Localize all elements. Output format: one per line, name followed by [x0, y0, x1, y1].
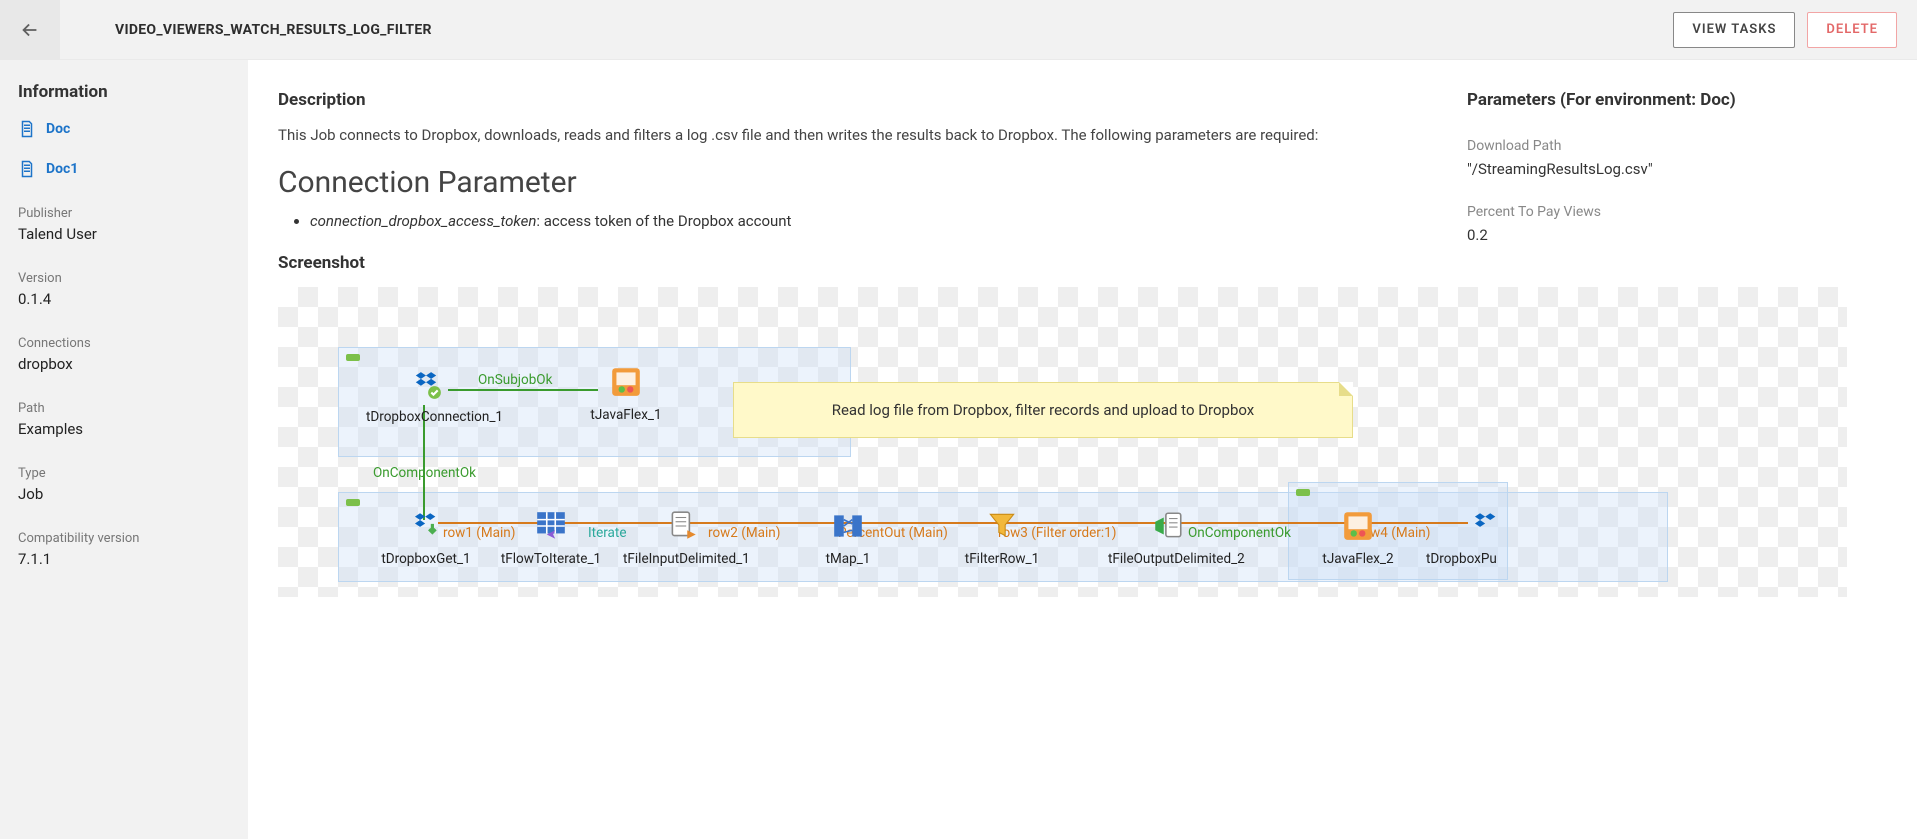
node-dropbox-put[interactable]: tDropboxPu — [1426, 509, 1546, 567]
document-icon — [18, 160, 36, 178]
description-scroll[interactable]: This Job connects to Dropbox, downloads,… — [278, 124, 1427, 233]
dropbox-download-icon — [409, 509, 443, 543]
info-value: Job — [18, 485, 230, 503]
node-label: tFilterRow_1 — [942, 551, 1062, 567]
tmap-icon — [831, 509, 865, 543]
dropbox-upload-icon — [1469, 509, 1503, 543]
subjob-collapse-icon — [346, 499, 360, 506]
connector-label: OnSubjobOk — [478, 372, 552, 388]
sticky-note-text: Read log file from Dropbox, filter recor… — [832, 401, 1255, 419]
view-tasks-button[interactable]: VIEW TASKS — [1673, 12, 1795, 48]
funnel-icon — [985, 509, 1019, 543]
node-filter-row[interactable]: tFilterRow_1 — [942, 509, 1062, 567]
node-tmap[interactable]: tMap_1 — [788, 509, 908, 567]
info-value: 7.1.1 — [18, 550, 230, 568]
dropbox-icon — [409, 367, 443, 401]
info-block-compat: Compatibility version 7.1.1 — [18, 531, 230, 568]
info-label: Publisher — [18, 206, 230, 221]
info-label: Version — [18, 271, 230, 286]
sticky-note: Read log file from Dropbox, filter recor… — [733, 382, 1353, 438]
screenshot-heading: Screenshot — [278, 253, 1427, 273]
main-area: Description This Job connects to Dropbox… — [248, 60, 1917, 839]
top-bar: VIDEO_VIEWERS_WATCH_RESULTS_LOG_FILTER V… — [0, 0, 1917, 60]
sidebar-item-doc1[interactable]: Doc1 — [18, 160, 230, 178]
info-label: Compatibility version — [18, 531, 230, 546]
node-javaflex-1[interactable]: tJavaFlex_1 — [566, 365, 686, 423]
node-javaflex-2[interactable]: tJavaFlex_2 — [1298, 509, 1418, 567]
subjob-collapse-icon — [1296, 489, 1310, 496]
node-label: tDropboxConnection_1 — [366, 409, 486, 425]
info-value: Talend User — [18, 225, 230, 243]
sidebar-item-doc[interactable]: Doc — [18, 120, 230, 138]
info-value: 0.1.4 — [18, 290, 230, 308]
javaflex-icon — [1341, 509, 1375, 543]
page-title: VIDEO_VIEWERS_WATCH_RESULTS_LOG_FILTER — [115, 22, 432, 38]
info-value: dropbox — [18, 355, 230, 373]
info-block-type: Type Job — [18, 466, 230, 503]
arrow-left-icon — [19, 19, 41, 41]
param-label: Download Path — [1467, 138, 1887, 154]
file-out-icon — [1151, 509, 1185, 543]
back-button[interactable] — [0, 0, 60, 60]
param-key: connection_dropbox_access_token — [310, 212, 536, 230]
node-file-input-delimited[interactable]: tFileInputDelimited_1 — [623, 509, 743, 567]
info-label: Path — [18, 401, 230, 416]
connector-label: OnComponentOk — [373, 465, 476, 481]
info-label: Connections — [18, 336, 230, 351]
node-label: tDropboxPu — [1426, 551, 1546, 567]
parameters-heading: Parameters (For environment: Doc) — [1467, 90, 1887, 110]
node-flow-to-iterate[interactable]: tFlowToIterate_1 — [491, 509, 611, 567]
node-label: tJavaFlex_2 — [1298, 551, 1418, 567]
job-canvas: Read log file from Dropbox, filter recor… — [278, 287, 1847, 597]
node-file-output-delimited[interactable]: tFileOutputDelimited_2 — [1108, 509, 1228, 567]
subjob-collapse-icon — [346, 354, 360, 361]
param-value: "/StreamingResultsLog.csv" — [1467, 160, 1887, 178]
node-label: tMap_1 — [788, 551, 908, 567]
node-label: tDropboxGet_1 — [366, 551, 486, 567]
grid-icon — [534, 509, 568, 543]
doc-label: Doc1 — [46, 161, 78, 177]
connection-parameter-heading: Connection Parameter — [278, 165, 1407, 200]
node-label: tFlowToIterate_1 — [491, 551, 611, 567]
connection-parameter-item: connection_dropbox_access_token: access … — [310, 210, 1407, 233]
javaflex-icon — [609, 365, 643, 399]
node-label: tFileInputDelimited_1 — [623, 551, 743, 567]
info-label: Type — [18, 466, 230, 481]
param-rest: : access token of the Dropbox account — [536, 212, 791, 230]
info-value: Examples — [18, 420, 230, 438]
sidebar: Information Doc Doc1 Publisher Talend Us… — [0, 60, 248, 839]
info-block-publisher: Publisher Talend User — [18, 206, 230, 243]
node-label: tJavaFlex_1 — [566, 407, 686, 423]
document-icon — [18, 120, 36, 138]
node-dropbox-connection[interactable]: tDropboxConnection_1 — [366, 367, 486, 425]
description-heading: Description — [278, 90, 1427, 110]
info-block-version: Version 0.1.4 — [18, 271, 230, 308]
node-dropbox-get[interactable]: tDropboxGet_1 — [366, 509, 486, 567]
info-block-connections: Connections dropbox — [18, 336, 230, 373]
sidebar-heading: Information — [18, 82, 230, 102]
param-block: Percent To Pay Views 0.2 — [1467, 204, 1887, 244]
param-label: Percent To Pay Views — [1467, 204, 1887, 220]
node-label: tFileOutputDelimited_2 — [1108, 551, 1228, 567]
delete-button[interactable]: DELETE — [1807, 12, 1897, 48]
param-block: Download Path "/StreamingResultsLog.csv" — [1467, 138, 1887, 178]
param-value: 0.2 — [1467, 226, 1887, 244]
description-text: This Job connects to Dropbox, downloads,… — [278, 124, 1407, 147]
info-block-path: Path Examples — [18, 401, 230, 438]
file-in-icon — [666, 509, 700, 543]
doc-label: Doc — [46, 121, 70, 137]
